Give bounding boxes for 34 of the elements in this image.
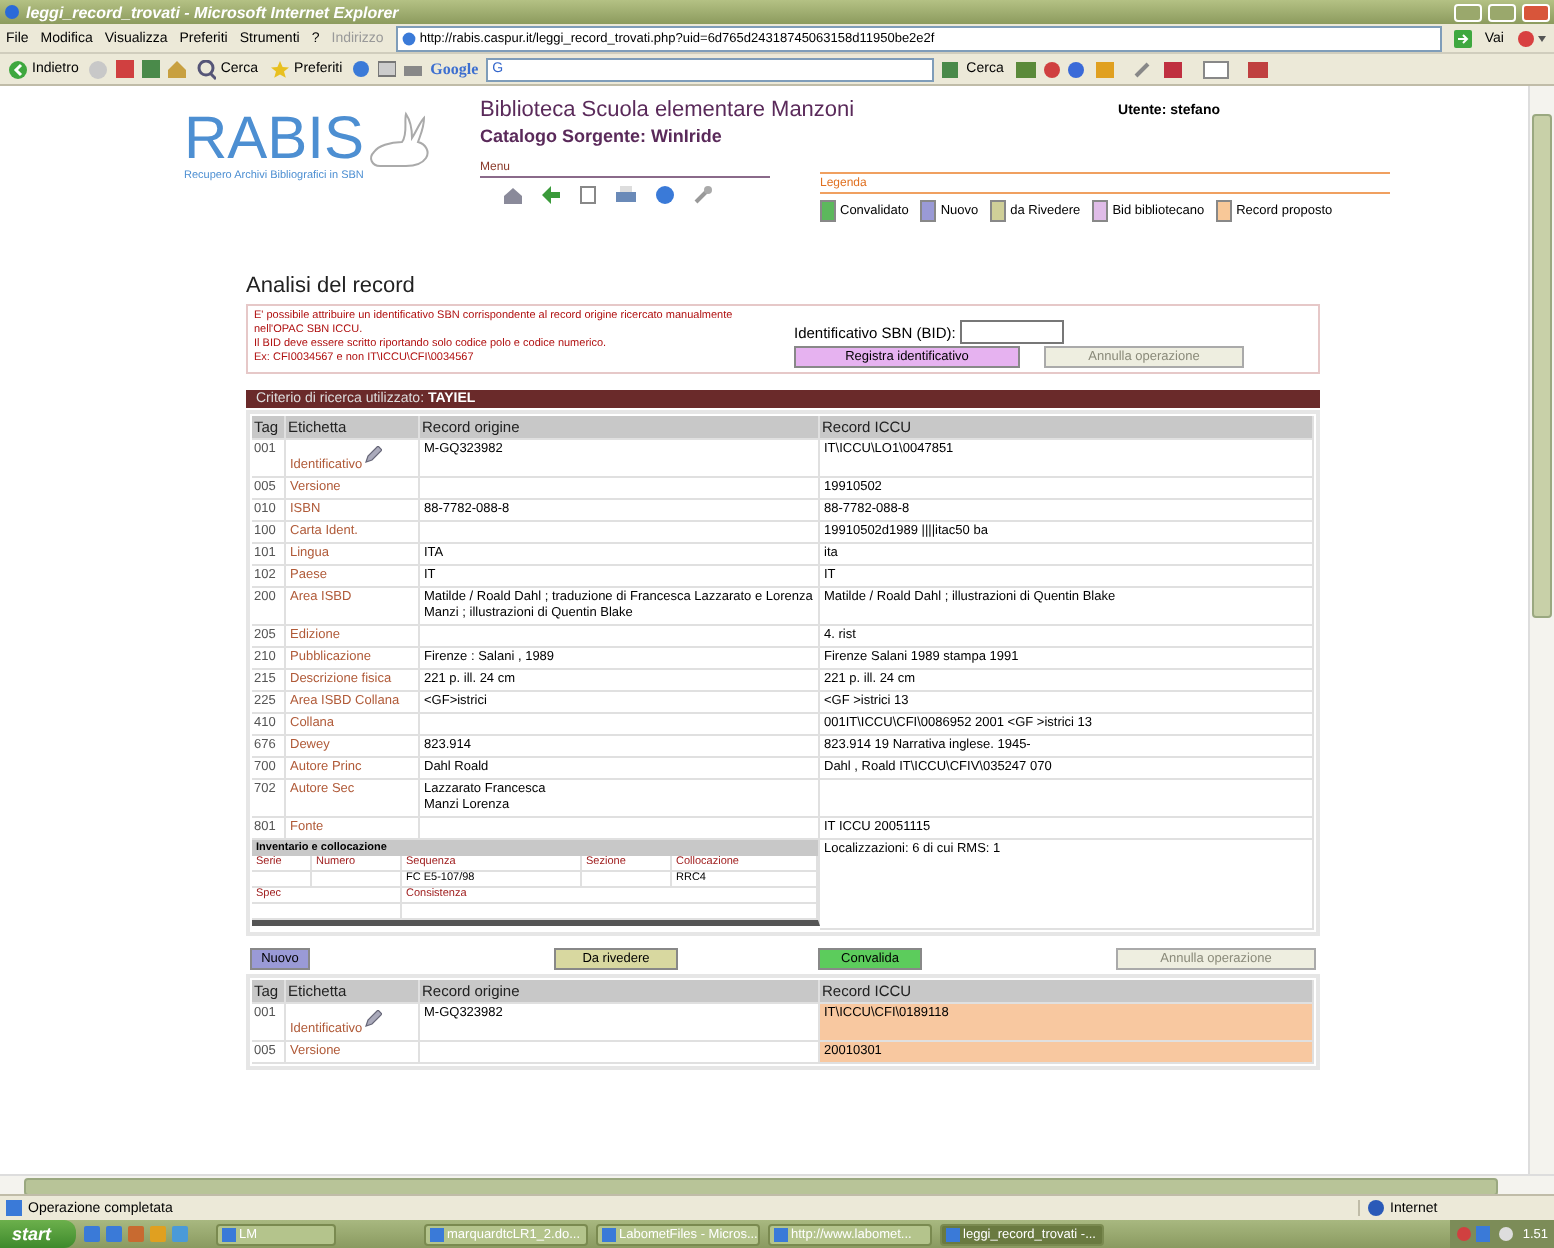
ie-icon — [4, 4, 20, 20]
window-icon — [945, 1227, 960, 1241]
catalog-name: Catalogo Sorgente: WinIride — [480, 126, 724, 146]
mail-icon[interactable] — [378, 60, 397, 78]
library-name: Biblioteca Scuola elementare Manzoni — [480, 98, 855, 122]
printer-icon[interactable] — [616, 186, 636, 204]
star-icon — [270, 59, 291, 79]
back-arrow-icon[interactable] — [542, 186, 560, 204]
minimize-button[interactable] — [1454, 3, 1482, 21]
toolbar-icon[interactable] — [1516, 29, 1548, 47]
window-icon — [601, 1227, 616, 1241]
page-title: Analisi del record — [246, 274, 417, 298]
pencil-icon[interactable] — [364, 446, 383, 464]
home-icon[interactable] — [168, 60, 187, 78]
home-icon[interactable] — [504, 186, 522, 204]
tray-icons-drawing — [1456, 1226, 1517, 1242]
pencil-icon[interactable] — [364, 1010, 383, 1028]
logo-text: RABIS — [184, 110, 365, 170]
close-button[interactable] — [1522, 3, 1550, 21]
globe-icon — [1368, 1200, 1384, 1216]
stop-icon[interactable] — [116, 60, 135, 78]
window-icon — [773, 1227, 788, 1241]
wrench-icon[interactable] — [694, 186, 712, 204]
go-icon[interactable] — [1454, 29, 1473, 47]
window-icon — [221, 1227, 236, 1241]
window-title: leggi_record_trovati - Microsoft Internet Explorer — [26, 3, 401, 21]
scrollbar-thumb[interactable] — [1532, 114, 1552, 618]
window-icon — [429, 1227, 444, 1241]
back-arrow-icon — [8, 59, 28, 79]
bid-input-field[interactable] — [959, 320, 1064, 344]
empty-cell — [582, 872, 672, 888]
maximize-button[interactable] — [1488, 3, 1516, 21]
google-logo: Google — [430, 60, 479, 78]
help-icon[interactable] — [656, 186, 674, 204]
